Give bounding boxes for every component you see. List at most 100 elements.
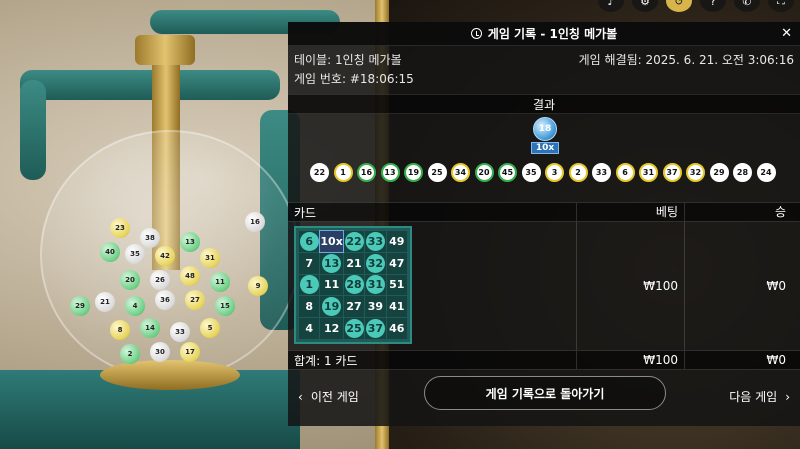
info-icon[interactable]: ? bbox=[700, 0, 726, 12]
marked-number: 32 bbox=[365, 253, 385, 273]
bet-table: 카드 베팅 승 6 10x 22 33 49 7 13 21 32 47 1 11 28 31 51 8 19 2… bbox=[288, 202, 800, 370]
card-cell-number: 13 bbox=[320, 252, 343, 274]
history-icon[interactable]: ↺ bbox=[666, 0, 692, 12]
prev-game-label: 이전 게임 bbox=[310, 390, 359, 404]
scene-ball: 20 bbox=[120, 270, 140, 290]
col-bet: 베팅 bbox=[576, 203, 684, 221]
marked-number: 6 bbox=[299, 231, 319, 251]
scene-ball: 48 bbox=[180, 266, 200, 286]
megaball: 18 10x bbox=[530, 117, 560, 157]
marked-number: 1 bbox=[299, 275, 319, 295]
card-cell: 6 10x 22 33 49 7 13 21 32 47 1 11 28 31 51 8 19 27 39 41 4 12… bbox=[288, 222, 576, 350]
drawn-ball: 19 bbox=[404, 163, 423, 182]
table-label: 테이블: 1인칭 메가볼 bbox=[294, 53, 402, 67]
prev-game-button[interactable]: ‹ 이전 게임 bbox=[298, 388, 359, 405]
card-cell-number: 49 bbox=[386, 231, 407, 252]
scene-ball: 35 bbox=[125, 244, 145, 264]
drawn-ball: 13 bbox=[380, 163, 400, 182]
chevron-left-icon: ‹ bbox=[298, 389, 303, 404]
marked-number: 28 bbox=[344, 275, 364, 295]
card-cell-number: 37 bbox=[365, 318, 386, 339]
card-cell-number: 11 bbox=[320, 274, 343, 296]
card-cell-number: 7 bbox=[299, 252, 320, 274]
scene-ball: 9 bbox=[248, 276, 268, 296]
table-total: 합계: 1 카드 ₩100 ₩0 bbox=[288, 350, 800, 370]
drawn-ball: 35 bbox=[521, 163, 541, 182]
card-cell-number: 25 bbox=[343, 318, 365, 339]
game-history-panel: 게임 기록 - 1인칭 메가볼 ✕ 테이블: 1인칭 메가볼 게임 해결됨: 2… bbox=[288, 22, 800, 426]
next-game-button[interactable]: 다음 게임 › bbox=[729, 388, 790, 405]
drawn-ball: 22 bbox=[310, 163, 329, 182]
drawn-ball: 28 bbox=[733, 163, 752, 182]
teal-pipe-left bbox=[20, 70, 280, 100]
card-cell-number: 46 bbox=[386, 318, 407, 339]
scene-ball: 42 bbox=[155, 246, 175, 266]
gold-collar bbox=[135, 35, 195, 65]
drawn-ball: 3 bbox=[545, 163, 564, 182]
card-cell-number: 10x bbox=[319, 230, 344, 253]
marked-number: 31 bbox=[365, 275, 385, 295]
card-cell-number: 22 bbox=[343, 231, 365, 252]
game-number: 게임 번호: #18:06:15 bbox=[294, 72, 414, 86]
game-info: 테이블: 1인칭 메가볼 게임 해결됨: 2025. 6. 21. 오전 3:0… bbox=[288, 46, 800, 94]
drawn-ball: 20 bbox=[474, 163, 494, 182]
marked-number: 22 bbox=[344, 231, 364, 251]
total-win: ₩0 bbox=[684, 351, 800, 369]
panel-header: 게임 기록 - 1인칭 메가볼 ✕ bbox=[288, 22, 800, 46]
card-cell-number: 41 bbox=[386, 296, 407, 318]
back-to-history-button[interactable]: 게임 기록으로 돌아가기 bbox=[424, 376, 666, 410]
scene-ball: 31 bbox=[200, 248, 220, 268]
drawn-ball: 45 bbox=[498, 163, 517, 182]
chevron-right-icon: › bbox=[785, 389, 790, 404]
marked-number: 13 bbox=[322, 253, 342, 273]
scene-ball: 2 bbox=[120, 344, 140, 364]
result-section: 18 10x 22 1 16 13 19 25 34 20 45 35 3 2 33 6 31 37 32 29 2… bbox=[288, 114, 800, 202]
megaball-multiplier: 10x bbox=[531, 142, 559, 154]
gear-icon[interactable]: ⚙ bbox=[632, 0, 658, 12]
drawn-ball: 2 bbox=[568, 163, 588, 182]
scene-ball: 27 bbox=[185, 290, 205, 310]
row-win: ₩0 bbox=[684, 222, 800, 350]
card-cell-number: 6 bbox=[299, 231, 320, 252]
card-cell-number: 8 bbox=[299, 296, 320, 318]
drawn-ball: 29 bbox=[709, 163, 729, 182]
scene-ball: 21 bbox=[95, 292, 115, 312]
row-bet: ₩100 bbox=[576, 222, 684, 350]
scene-ball: 15 bbox=[215, 296, 235, 316]
scene-ball: 11 bbox=[210, 272, 230, 292]
card-cell-number: 51 bbox=[386, 274, 407, 296]
drawn-ball: 25 bbox=[427, 163, 447, 182]
scene-ball: 4 bbox=[125, 296, 145, 316]
settled-time: 게임 해결됨: 2025. 6. 21. 오전 3:06:16 bbox=[578, 53, 794, 67]
speaker-icon[interactable]: ♪ bbox=[598, 0, 624, 12]
card-cell-number: 27 bbox=[343, 296, 365, 318]
scene-ball: 36 bbox=[155, 290, 175, 310]
drawn-ball: 34 bbox=[451, 163, 470, 182]
card-cell-number: 31 bbox=[365, 274, 386, 296]
close-button[interactable]: ✕ bbox=[781, 26, 792, 42]
drawn-ball: 33 bbox=[592, 163, 611, 182]
history-nav: ‹ 이전 게임 게임 기록으로 돌아가기 다음 게임 › bbox=[288, 370, 800, 426]
scene-ball: 30 bbox=[150, 342, 170, 362]
drawn-ball: 6 bbox=[615, 163, 635, 182]
scene-ball: 17 bbox=[180, 342, 200, 362]
drawn-balls: 22 1 16 13 19 25 34 20 45 35 3 2 33 6 31 37 32 29 28 24 bbox=[310, 163, 776, 182]
marked-number: 19 bbox=[322, 297, 342, 317]
history-icon bbox=[470, 28, 482, 39]
scene-ball: 16 bbox=[245, 212, 265, 232]
teal-pipe-vertical bbox=[20, 80, 46, 180]
drawn-ball: 24 bbox=[756, 163, 776, 182]
drawn-ball: 37 bbox=[662, 163, 682, 182]
card-cell-number: 12 bbox=[320, 318, 343, 339]
total-bet: ₩100 bbox=[576, 351, 684, 369]
card-cell-number: 4 bbox=[299, 318, 320, 339]
scene-ball: 5 bbox=[200, 318, 220, 338]
phone-icon[interactable]: ✆ bbox=[734, 0, 760, 12]
card-cell-number: 28 bbox=[343, 274, 365, 296]
fullscreen-icon[interactable]: ⛶ bbox=[768, 0, 794, 12]
card-cell-number: 33 bbox=[365, 231, 386, 252]
card-cell-number: 19 bbox=[320, 296, 343, 318]
result-header: 결과 bbox=[288, 94, 800, 114]
card-cell-number: 47 bbox=[386, 252, 407, 274]
marked-number: 25 bbox=[344, 319, 364, 339]
